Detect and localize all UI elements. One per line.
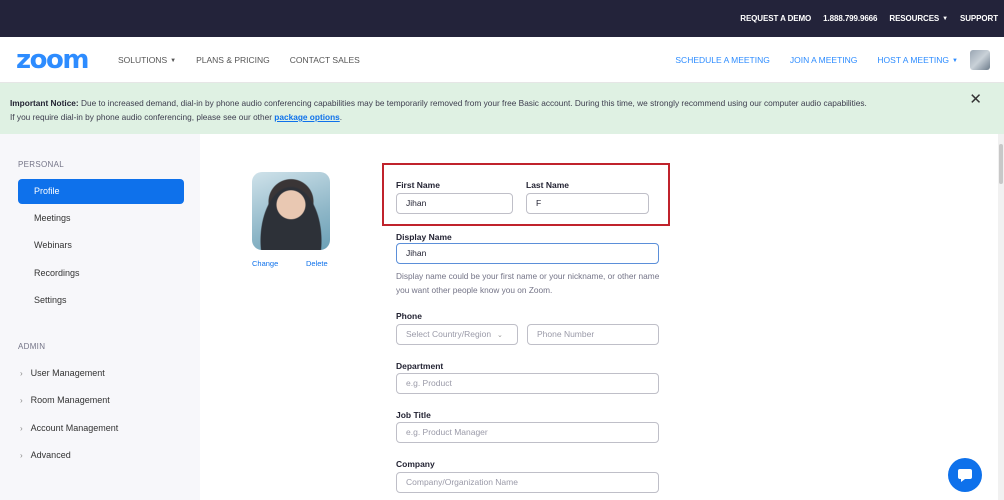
chevron-down-icon: ⌄ bbox=[497, 332, 503, 339]
join-meeting-link[interactable]: JOIN A MEETING bbox=[790, 55, 858, 65]
solutions-menu[interactable]: SOLUTIONS ▼ bbox=[118, 55, 176, 65]
chevron-right-icon: › bbox=[20, 451, 23, 460]
close-icon[interactable]: ✕ bbox=[969, 92, 982, 107]
notice-text: Due to increased demand, dial-in by phon… bbox=[78, 98, 867, 108]
sidebar-item-advanced[interactable]: › Advanced bbox=[18, 443, 184, 468]
page-scrollbar[interactable] bbox=[998, 134, 1004, 500]
chat-support-button[interactable] bbox=[948, 458, 982, 492]
sidebar-item-meetings[interactable]: Meetings bbox=[18, 206, 184, 231]
resources-label: RESOURCES bbox=[889, 14, 940, 23]
phone-label: Phone bbox=[396, 311, 422, 321]
last-name-input[interactable]: F bbox=[526, 193, 649, 214]
sidebar-item-profile[interactable]: Profile bbox=[18, 179, 184, 204]
display-name-help: Display name could be your first name or… bbox=[396, 271, 660, 295]
sidebar: PERSONAL Profile Meetings Webinars Recor… bbox=[0, 134, 200, 500]
caret-down-icon: ▼ bbox=[170, 57, 177, 64]
zoom-logo[interactable]: zoom bbox=[16, 45, 89, 75]
phone-number-input[interactable]: Phone Number bbox=[527, 324, 659, 345]
solutions-label: SOLUTIONS bbox=[118, 55, 168, 65]
notice-title: Important Notice: bbox=[10, 98, 79, 108]
sidebar-item-label: User Management bbox=[30, 368, 105, 378]
display-name-input[interactable]: Jihan bbox=[396, 243, 659, 264]
top-utility-bar: REQUEST A DEMO 1.888.799.9666 RESOURCES ▼… bbox=[0, 0, 1004, 37]
caret-down-icon: ▼ bbox=[942, 15, 949, 22]
schedule-meeting-link[interactable]: SCHEDULE A MEETING bbox=[675, 55, 769, 65]
profile-photo bbox=[252, 172, 330, 250]
main-header: zoom SOLUTIONS ▼ PLANS & PRICING CONTACT … bbox=[0, 37, 1004, 83]
host-meeting-menu[interactable]: HOST A MEETING ▼ bbox=[877, 55, 958, 65]
job-title-label: Job Title bbox=[396, 410, 431, 420]
notice-banner: Important Notice: Due to increased deman… bbox=[0, 83, 1004, 134]
resources-menu[interactable]: RESOURCES ▼ bbox=[889, 14, 948, 23]
scrollbar-thumb[interactable] bbox=[999, 144, 1003, 184]
sidebar-item-room-management[interactable]: › Room Management bbox=[18, 388, 184, 413]
plans-pricing-link[interactable]: PLANS & PRICING bbox=[196, 55, 270, 65]
support-link[interactable]: SUPPORT bbox=[960, 14, 998, 23]
chevron-right-icon: › bbox=[20, 396, 23, 405]
sidebar-item-user-management[interactable]: › User Management bbox=[18, 361, 184, 386]
chat-bubble-icon bbox=[958, 469, 972, 482]
department-label: Department bbox=[396, 361, 444, 371]
chevron-right-icon: › bbox=[20, 369, 23, 378]
contact-sales-link[interactable]: CONTACT SALES bbox=[290, 55, 360, 65]
sidebar-item-label: Advanced bbox=[30, 450, 71, 460]
country-select-value: Select Country/Region bbox=[406, 329, 492, 339]
host-meeting-label: HOST A MEETING bbox=[877, 55, 950, 65]
chevron-right-icon: › bbox=[20, 424, 23, 433]
package-options-link[interactable]: package options bbox=[274, 112, 339, 122]
last-name-label: Last Name bbox=[526, 180, 569, 190]
change-photo-link[interactable]: Change bbox=[252, 259, 278, 268]
phone-number-link[interactable]: 1.888.799.9666 bbox=[823, 14, 877, 23]
department-input[interactable]: e.g. Product bbox=[396, 373, 659, 394]
sidebar-item-label: Room Management bbox=[30, 395, 110, 405]
delete-photo-link[interactable]: Delete bbox=[306, 259, 328, 268]
country-select[interactable]: Select Country/Region ⌄ bbox=[396, 324, 518, 345]
display-name-label: Display Name bbox=[396, 232, 452, 242]
request-demo-link[interactable]: REQUEST A DEMO bbox=[740, 14, 811, 23]
admin-section-label: ADMIN bbox=[18, 342, 46, 351]
user-avatar[interactable] bbox=[970, 50, 990, 70]
first-name-input[interactable]: Jihan bbox=[396, 193, 513, 214]
personal-section-label: PERSONAL bbox=[18, 160, 64, 169]
job-title-input[interactable]: e.g. Product Manager bbox=[396, 422, 659, 443]
company-label: Company bbox=[396, 459, 435, 469]
sidebar-item-settings[interactable]: Settings bbox=[18, 288, 184, 313]
notice-period: . bbox=[339, 112, 343, 122]
sidebar-item-account-management[interactable]: › Account Management bbox=[18, 416, 184, 441]
company-input[interactable]: Company/Organization Name bbox=[396, 472, 659, 493]
sidebar-item-recordings[interactable]: Recordings bbox=[18, 261, 184, 286]
caret-down-icon: ▼ bbox=[952, 57, 958, 64]
sidebar-item-label: Account Management bbox=[30, 423, 119, 433]
notice-text-2: If you require dial-in by phone audio co… bbox=[10, 112, 275, 122]
sidebar-item-webinars[interactable]: Webinars bbox=[18, 233, 184, 258]
first-name-label: First Name bbox=[396, 180, 440, 190]
